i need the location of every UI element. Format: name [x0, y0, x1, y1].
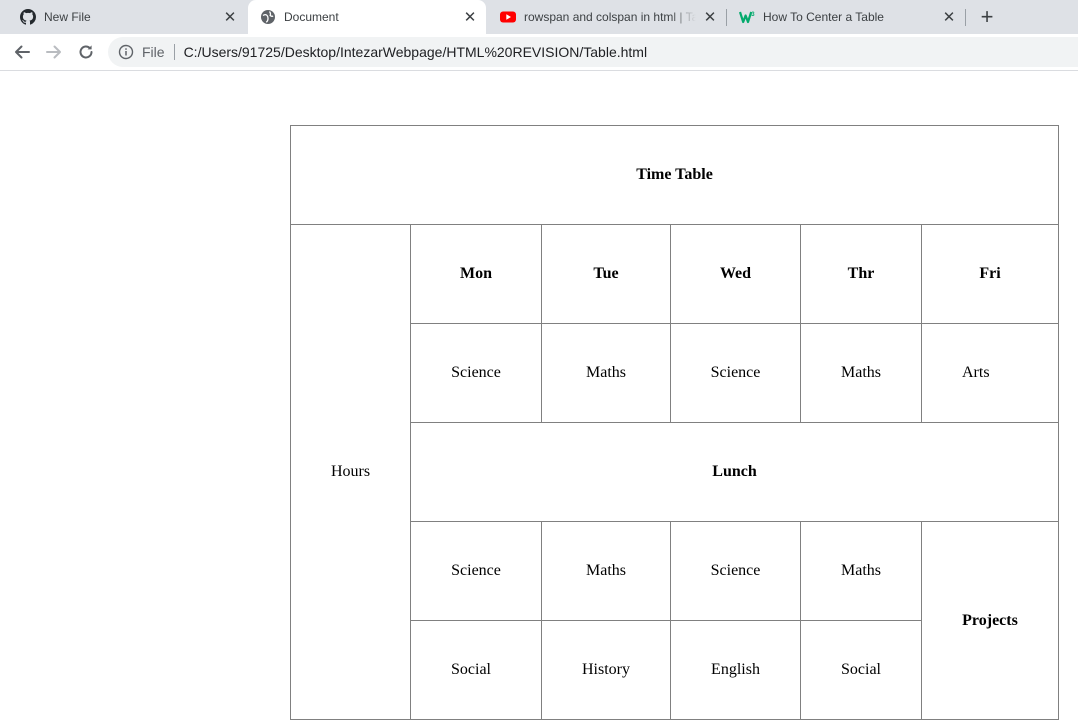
day-header: Tue	[541, 224, 671, 324]
reload-icon	[79, 45, 93, 59]
subject-cell: Arts	[921, 323, 1059, 423]
tab-separator	[965, 9, 966, 26]
hours-cell: Hours	[290, 224, 411, 720]
subject-cell: History	[541, 620, 671, 720]
info-icon[interactable]	[118, 44, 134, 60]
subject-cell: Science	[410, 521, 542, 621]
url-text[interactable]: C:/Users/91725/Desktop/IntezarWebpage/HT…	[184, 44, 648, 60]
omnibox-divider	[173, 44, 175, 60]
arrow-left-icon	[15, 45, 30, 59]
lunch-cell: Lunch	[410, 422, 1059, 522]
subject-cell: Science	[670, 521, 801, 621]
subject-cell: English	[670, 620, 801, 720]
svg-text:3: 3	[751, 12, 755, 18]
table-row: Hours Mon Tue Wed Thr Fri	[290, 224, 1059, 720]
tab-title: Document	[284, 10, 339, 24]
tab-document[interactable]: Document ✕	[248, 0, 486, 34]
tab-center-table[interactable]: 3 How To Center a Table ✕	[727, 0, 965, 34]
back-button[interactable]	[9, 39, 35, 65]
tab-new-file[interactable]: New File ✕	[8, 0, 246, 34]
globe-icon	[260, 9, 276, 25]
url-scheme-label: File	[142, 44, 165, 60]
w3schools-icon: 3	[739, 9, 755, 25]
arrow-right-icon	[46, 45, 61, 59]
subject-cell: Science	[410, 323, 542, 423]
timetable-title: Time Table	[290, 125, 1059, 225]
close-icon[interactable]: ✕	[702, 9, 718, 26]
address-bar[interactable]: File C:/Users/91725/Desktop/IntezarWebpa…	[108, 37, 1078, 67]
timetable: Time Table Hours Mon Tue Wed Thr Fri Sci…	[290, 125, 1059, 720]
tab-rowspan-colspan[interactable]: rowspan and colspan in html | Table ✕	[488, 0, 726, 34]
subject-cell: Science	[670, 323, 801, 423]
day-header: Mon	[410, 224, 542, 324]
subject-cell: Maths	[541, 521, 671, 621]
projects-cell: Projects	[921, 521, 1059, 720]
day-header: Wed	[670, 224, 801, 324]
day-header: Thr	[800, 224, 922, 324]
tab-title: New File	[44, 10, 91, 24]
subject-cell: Maths	[800, 521, 922, 621]
youtube-icon	[500, 9, 516, 25]
close-icon[interactable]: ✕	[222, 9, 238, 26]
tab-strip: New File ✕ Document ✕ rowspan and colspa…	[0, 0, 1078, 34]
table-row: Time Table	[290, 125, 1059, 225]
tab-title: rowspan and colspan in html | Table	[524, 10, 696, 24]
day-header: Fri	[921, 224, 1059, 324]
subject-cell: Maths	[800, 323, 922, 423]
toolbar: File C:/Users/91725/Desktop/IntezarWebpa…	[0, 34, 1078, 71]
reload-button[interactable]	[73, 39, 99, 65]
subject-cell: Social	[410, 620, 542, 720]
close-icon[interactable]: ✕	[941, 9, 957, 26]
tab-title: How To Center a Table	[763, 10, 884, 24]
close-icon[interactable]: ✕	[462, 9, 478, 26]
subject-cell: Maths	[541, 323, 671, 423]
page-content: Time Table Hours Mon Tue Wed Thr Fri Sci…	[0, 71, 1078, 728]
github-icon	[20, 9, 36, 25]
new-tab-button[interactable]: +	[975, 5, 999, 29]
forward-button[interactable]	[41, 39, 67, 65]
subject-cell: Social	[800, 620, 922, 720]
